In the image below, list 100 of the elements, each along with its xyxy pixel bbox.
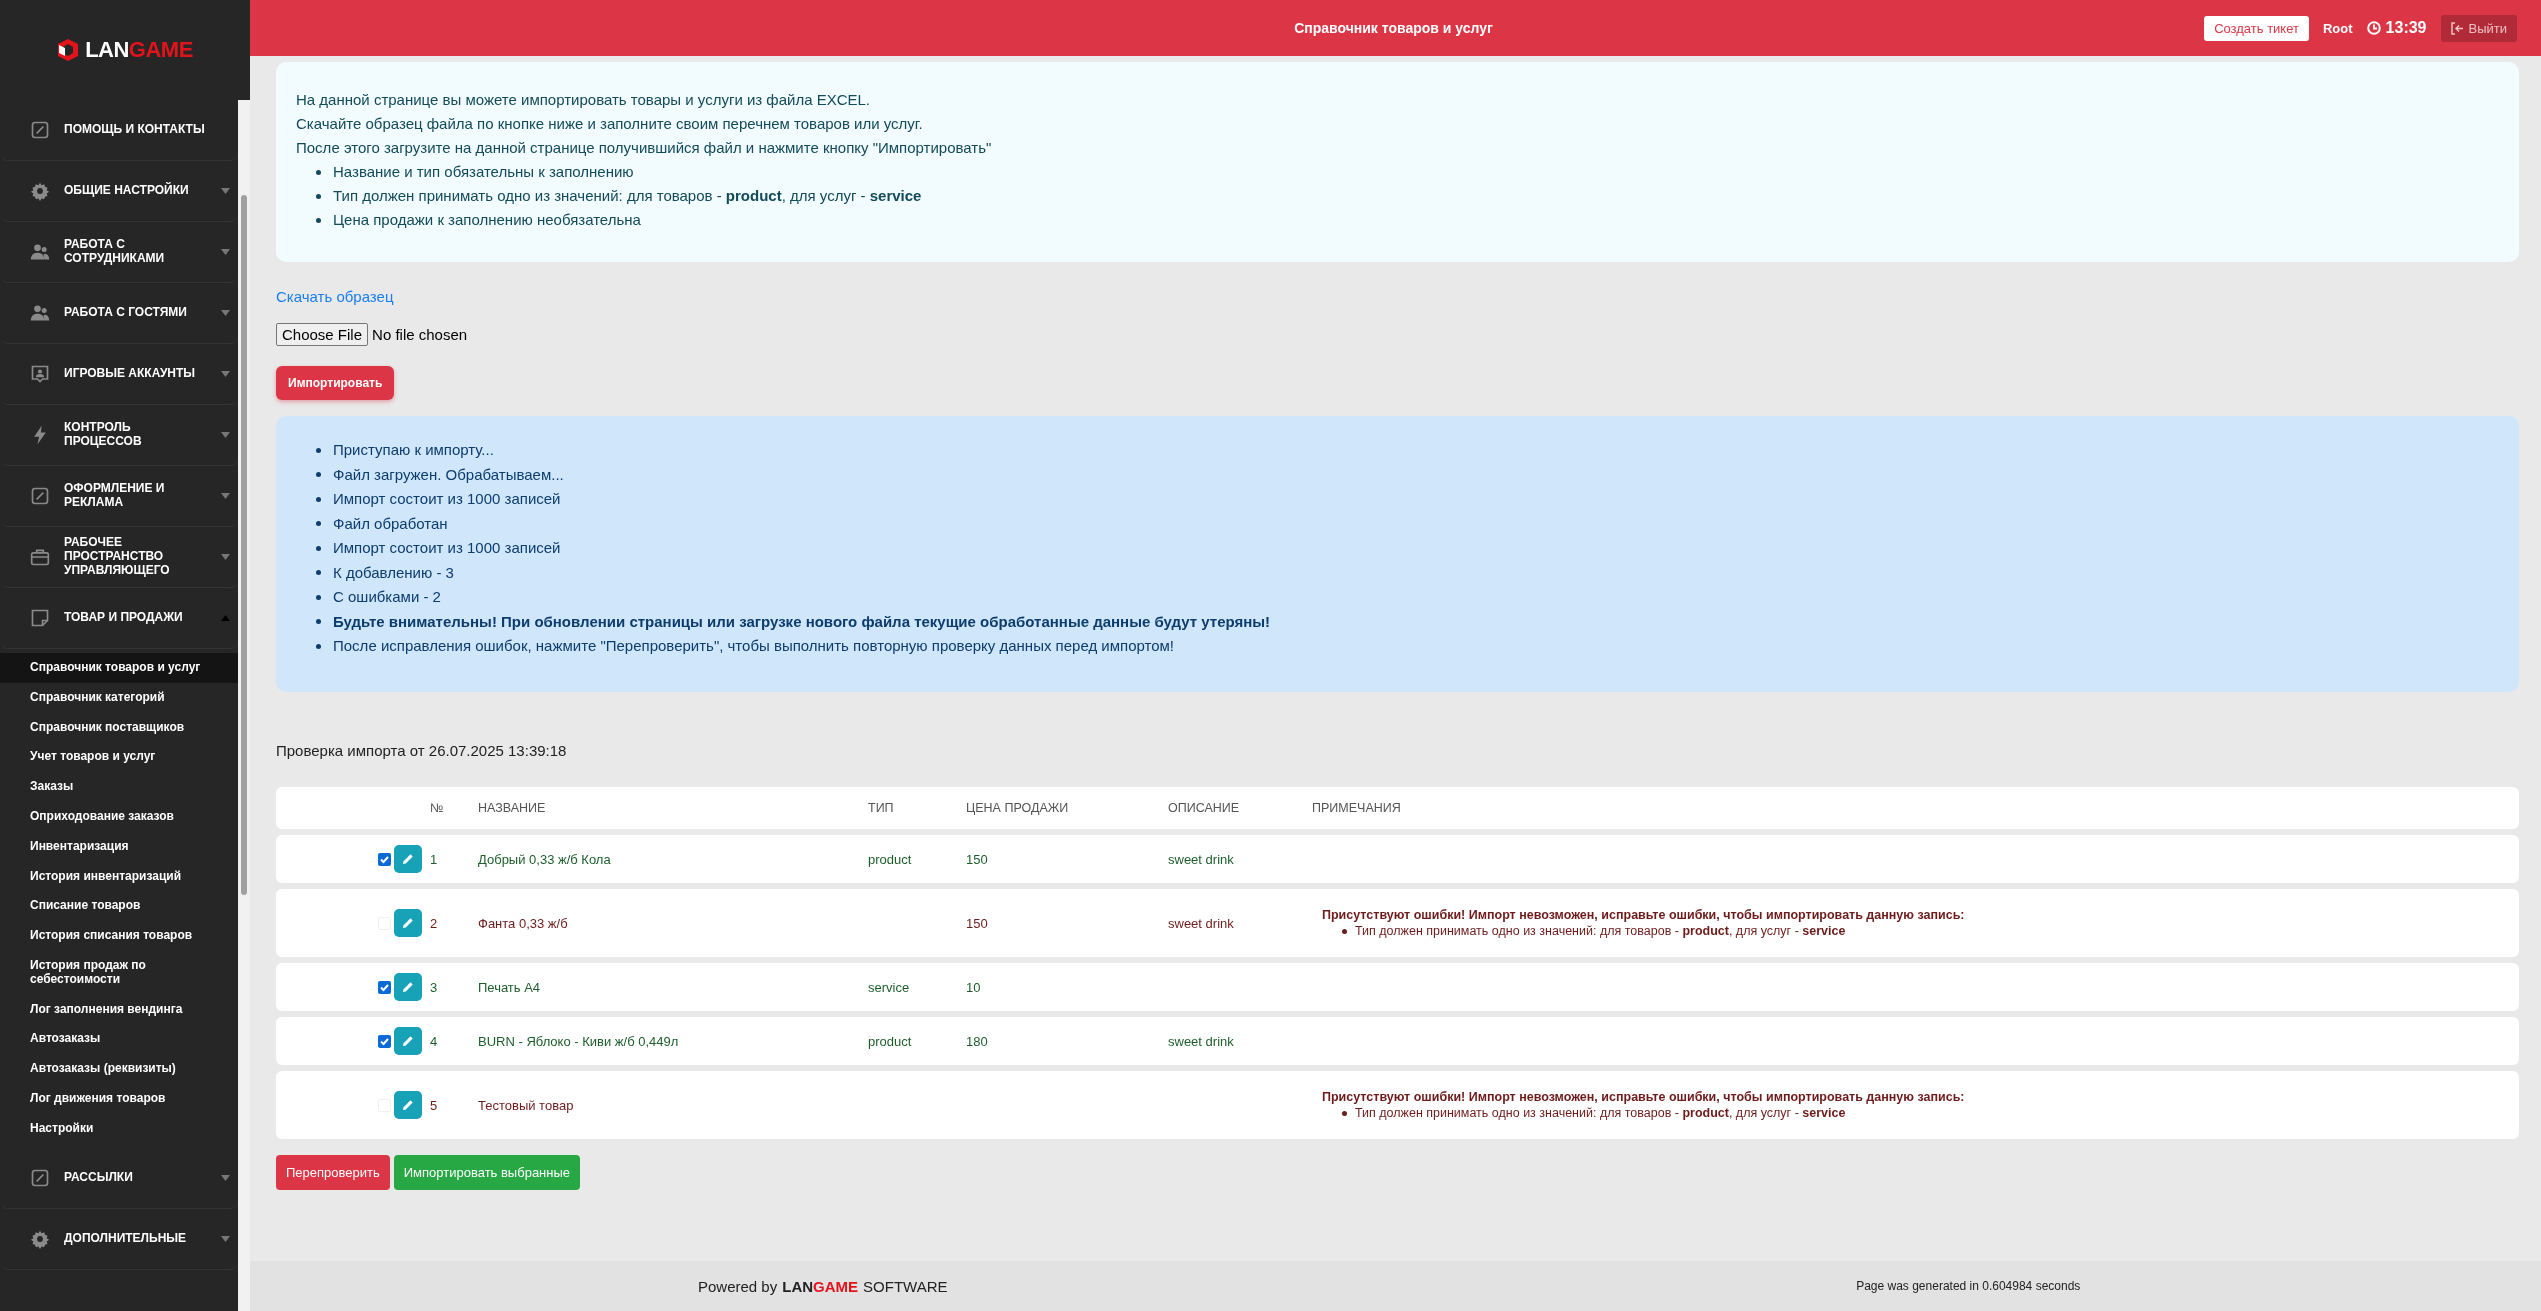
table-cell: sweet drink — [1168, 1033, 1234, 1049]
bullet-icon — [316, 619, 321, 625]
submenu-item[interactable]: История инвентаризаций — [0, 861, 238, 892]
submenu-item[interactable]: Списание товаров — [0, 891, 238, 922]
check-title: Проверка импорта от 26.07.2025 13:39:18 — [276, 742, 568, 759]
caret-icon — [221, 432, 230, 438]
table-cell: 180 — [966, 1033, 988, 1049]
import-button[interactable]: Импортировать — [276, 366, 395, 400]
table-cell: sweet drink — [1168, 915, 1234, 931]
edit-button[interactable] — [394, 845, 422, 873]
table-cell-text: Добрый 0,33 ж/б Кола — [478, 851, 612, 867]
pencil-icon — [402, 1035, 414, 1047]
table-cell-text: Печать А4 — [478, 979, 542, 995]
table-cell-text: 1 — [430, 851, 439, 867]
bullet-icon — [316, 472, 321, 478]
pencil-icon — [402, 917, 414, 929]
choose-file-button[interactable]: Choose File — [276, 323, 369, 346]
bullet-icon — [316, 545, 321, 551]
logo-icon — [57, 38, 80, 62]
recheck-button[interactable]: Перепроверить — [276, 1155, 390, 1190]
log-message: Импорт состоит из 1000 записей — [333, 538, 561, 558]
submenu-item[interactable]: Инвентаризация — [0, 831, 238, 862]
bullet-icon — [1342, 1110, 1347, 1116]
info-bullet: Цена продажи к заполнению необязательна — [333, 210, 641, 230]
table-cell-text: 3 — [430, 979, 439, 995]
bullet-icon — [316, 447, 321, 453]
submenu-item[interactable]: Заказы — [0, 772, 238, 802]
table-cell: service — [868, 979, 910, 995]
logout-button[interactable]: Выйти — [2440, 14, 2517, 42]
clock-time: 13:39 — [2385, 19, 2427, 37]
submenu-item[interactable]: История продаж по себестоимости — [0, 950, 238, 995]
pencil-icon — [402, 1099, 414, 1111]
info-text: На данной странице вы можете импортировать товары и услуги из файла EXCEL. — [296, 90, 872, 110]
edit-button[interactable] — [394, 1027, 422, 1055]
column-header: № — [430, 801, 445, 815]
create-ticket-button[interactable]: Создать тикет — [2204, 15, 2309, 41]
edit-button[interactable] — [394, 973, 422, 1001]
users-icon — [30, 303, 50, 323]
submenu-item[interactable]: Справочник поставщиков — [0, 712, 238, 743]
edit-button[interactable] — [394, 1091, 422, 1119]
edit-button[interactable] — [394, 909, 422, 937]
info-bullet: Название и тип обязательны к заполнению — [333, 162, 634, 182]
error-message: Тип должен принимать одно из значений: для товаров - product, для услуг - service — [1355, 923, 1846, 939]
table-cell-text: 4 — [430, 1033, 439, 1049]
caret-icon — [221, 249, 230, 255]
column-header: НАЗВАНИЕ — [478, 801, 547, 815]
table-cell-text: Тестовый товар — [478, 1097, 575, 1113]
logout-icon — [2450, 21, 2464, 35]
checkbox[interactable] — [378, 1034, 391, 1048]
caret-icon — [221, 493, 230, 499]
submenu-item[interactable]: Автозаказы (реквизиты) — [0, 1054, 238, 1084]
submenu-item[interactable]: Настройки — [0, 1113, 238, 1144]
scrollbar[interactable] — [238, 100, 250, 1311]
caret-icon — [221, 615, 230, 621]
square-pencil-icon — [30, 486, 50, 506]
log-message: Приступаю к импорту... — [333, 440, 494, 460]
error-message: Тип должен принимать одно из значений: для товаров - product, для услуг - service — [1355, 1105, 1846, 1121]
bullet-icon — [316, 169, 321, 175]
submenu-item[interactable]: Справочник товаров и услуг — [0, 653, 238, 683]
submenu-item[interactable]: Лог движения товаров — [0, 1083, 238, 1114]
caret-icon — [221, 1174, 230, 1181]
pencil-icon — [402, 853, 414, 865]
log-message: С ошибками - 2 — [333, 587, 441, 607]
briefcase-icon — [30, 547, 50, 567]
bullet-icon — [316, 521, 321, 527]
column-header: ТИП — [868, 801, 895, 815]
log-message: После исправления ошибок, нажмите "Перепроверить", чтобы выполнить повторную проверку данных перед импортом! — [333, 636, 1175, 656]
submenu-item[interactable]: Справочник категорий — [0, 682, 238, 713]
log-message: К добавлению - 3 — [333, 562, 454, 583]
bullet-icon — [316, 594, 321, 600]
table-cell: 150 — [966, 851, 988, 867]
table-cell: 10 — [966, 979, 981, 995]
users-icon — [30, 242, 50, 262]
bullet-icon — [316, 193, 321, 199]
gear-icon — [30, 1228, 50, 1249]
column-header: ПРИМЕЧАНИЯ — [1312, 801, 1402, 815]
caret-icon — [221, 188, 230, 194]
table-cell-text: Фанта 0,33 ж/б — [478, 915, 569, 931]
submenu-item[interactable]: Учет товаров и услуг — [0, 742, 238, 773]
log-message: Будьте внимательны! При обновлении страницы или загрузке нового файла текущие обработанные данные будут утеряны! — [333, 611, 1271, 632]
log-message: Импорт состоит из 1000 записей — [333, 489, 561, 509]
bullet-icon — [316, 570, 321, 576]
square-pencil-icon — [30, 1167, 50, 1188]
submenu-item[interactable]: Оприходование заказов — [0, 802, 238, 832]
submenu-item[interactable]: Автозаказы — [0, 1024, 238, 1055]
info-text: Скачайте образец файла по кнопке ниже и заполните своим перечнем товаров или услуг. — [296, 114, 924, 134]
caret-icon — [221, 1235, 230, 1242]
error-title: Присутствуют ошибки! Импорт невозможен, исправьте ошибки, чтобы импортировать данную запись: — [1322, 907, 1966, 923]
submenu-item[interactable]: История списания товаров — [0, 921, 238, 951]
submenu-item[interactable]: Лог заполнения вендинга — [0, 994, 238, 1025]
checkbox[interactable] — [378, 852, 391, 866]
page-title: Справочник товаров и услуг — [1294, 20, 1493, 36]
bullet-icon — [316, 496, 321, 502]
table-cell-text: 2 — [430, 915, 439, 931]
info-text: После этого загрузите на данной странице получившийся файл и нажмите кнопку "Импортировать" — [296, 138, 993, 158]
table-cell: 150 — [966, 915, 988, 931]
bullet-icon — [316, 217, 321, 223]
checkbox[interactable] — [378, 980, 391, 994]
id-badge-icon — [30, 364, 50, 384]
note-icon — [30, 608, 50, 628]
